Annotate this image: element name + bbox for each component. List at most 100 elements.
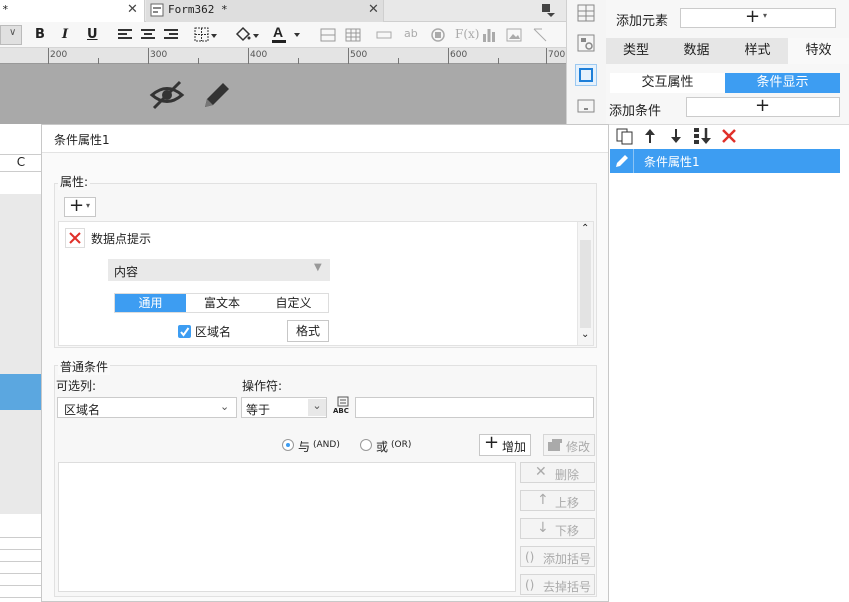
move-up-label: 上移 bbox=[555, 496, 580, 510]
condition-list-area[interactable] bbox=[58, 462, 516, 592]
add-condition-row-button[interactable]: + 增加 bbox=[479, 432, 531, 456]
slash-line-icon[interactable] bbox=[532, 27, 548, 43]
align-left-icon[interactable] bbox=[118, 29, 132, 41]
function-icon[interactable]: F(x) bbox=[455, 27, 479, 41]
condition-attribute-dialog: 条件属性1 属性: + ▾ 数据点提示 内容 ▼ 通用 富文本 自定义 区域名 … bbox=[41, 124, 609, 602]
bold-icon[interactable]: B bbox=[35, 27, 45, 42]
arrow-up-icon: ↑ bbox=[537, 492, 549, 508]
content-select-value: 内容 bbox=[114, 265, 139, 279]
font-size-dropdown[interactable]: ∨ bbox=[0, 25, 22, 45]
tab-style[interactable]: 样式 bbox=[727, 38, 788, 64]
table-icon[interactable] bbox=[345, 28, 361, 42]
dialog-title: 条件属性1 bbox=[54, 133, 110, 147]
mobile-preview-icon[interactable] bbox=[577, 99, 595, 113]
plus-icon: + bbox=[755, 95, 771, 116]
formula-type-icon[interactable]: ABC bbox=[332, 396, 354, 418]
tab-form362[interactable]: Form362 * ✕ bbox=[146, 0, 384, 22]
condition-value-input[interactable] bbox=[355, 397, 594, 418]
align-right-icon[interactable] bbox=[164, 29, 178, 41]
add-property-button[interactable]: + ▾ bbox=[64, 195, 96, 217]
and-radio[interactable] bbox=[282, 439, 294, 451]
add-button-label: 增加 bbox=[502, 440, 527, 454]
property-scrollbar[interactable]: ⌃ ⌄ bbox=[577, 222, 593, 345]
underline-icon[interactable]: U bbox=[87, 27, 98, 42]
chart-icon[interactable] bbox=[482, 27, 496, 43]
or-code: (OR) bbox=[391, 440, 412, 450]
arrow-down-icon[interactable] bbox=[669, 128, 683, 144]
condition-list-item[interactable]: 条件属性1 bbox=[610, 149, 840, 173]
copy-icon[interactable] bbox=[616, 128, 634, 145]
subtab-interaction[interactable]: 交互属性 bbox=[610, 73, 725, 93]
tab-type[interactable]: 类型 bbox=[606, 38, 666, 64]
font-color-icon[interactable]: A bbox=[270, 24, 304, 44]
region-name-checkbox[interactable] bbox=[178, 325, 191, 338]
modify-condition-button[interactable]: 修改 bbox=[543, 434, 595, 456]
layout-grid-icon[interactable] bbox=[577, 4, 595, 22]
style-tab-custom[interactable]: 自定义 bbox=[258, 294, 329, 312]
format-button[interactable]: 格式 bbox=[287, 320, 329, 342]
tab-title: * bbox=[2, 3, 9, 16]
move-down-label: 下移 bbox=[555, 524, 580, 538]
add-element-label: 添加元素 bbox=[616, 14, 669, 29]
or-label: 或 bbox=[376, 440, 389, 454]
remove-property-icon[interactable] bbox=[65, 228, 85, 248]
operator-label: 操作符: bbox=[242, 379, 283, 393]
dialog-header: 条件属性1 bbox=[42, 125, 608, 153]
region-name-label: 区域名 bbox=[195, 325, 232, 339]
move-down-button[interactable]: ↓ 下移 bbox=[520, 518, 595, 539]
add-bracket-button[interactable]: () 添加括号 bbox=[520, 546, 595, 567]
input-box-icon[interactable] bbox=[376, 31, 392, 39]
content-select[interactable]: 内容 ▼ bbox=[108, 259, 330, 281]
column-label: 可选列: bbox=[56, 379, 97, 393]
condition-list-panel bbox=[606, 124, 849, 602]
scrollbar-thumb[interactable] bbox=[580, 240, 591, 328]
delete-condition-button[interactable]: ✕ 删除 bbox=[520, 462, 595, 483]
formula-cell-icon[interactable] bbox=[430, 27, 446, 43]
image-icon[interactable] bbox=[506, 28, 522, 42]
arrow-up-icon[interactable] bbox=[643, 128, 657, 144]
add-condition-button[interactable]: + bbox=[686, 95, 840, 117]
plus-icon: + bbox=[484, 432, 500, 453]
close-icon[interactable]: ✕ bbox=[368, 2, 379, 17]
style-tab-group: 通用 富文本 自定义 bbox=[114, 293, 329, 313]
text-widget-icon[interactable]: ab bbox=[404, 27, 418, 40]
sheet-grid-rows bbox=[0, 526, 42, 602]
column-select-value: 区域名 bbox=[64, 403, 101, 417]
delete-button-label: 删除 bbox=[555, 468, 580, 482]
tab-form-1[interactable]: * ✕ bbox=[0, 0, 145, 22]
operator-select[interactable]: 等于 ⌄ bbox=[241, 397, 327, 418]
tab-data[interactable]: 数据 bbox=[666, 38, 727, 64]
widget-properties-icon[interactable] bbox=[575, 64, 597, 86]
form-settings-icon[interactable] bbox=[577, 34, 595, 52]
align-center-icon[interactable] bbox=[141, 29, 155, 41]
chevron-down-icon[interactable]: ⌄ bbox=[581, 329, 589, 340]
edit-pencil-icon[interactable] bbox=[201, 80, 233, 110]
chevron-down-icon: ▼ bbox=[314, 262, 322, 273]
style-tab-richtext[interactable]: 富文本 bbox=[186, 294, 258, 312]
properties-label: 属性: bbox=[58, 173, 91, 190]
italic-icon[interactable]: I bbox=[62, 27, 68, 42]
tab-effects[interactable]: 特效 bbox=[788, 38, 849, 64]
form-icon bbox=[150, 3, 164, 17]
edit-pencil-icon[interactable] bbox=[610, 149, 634, 173]
fill-color-icon[interactable] bbox=[234, 26, 260, 44]
eye-hidden-icon[interactable] bbox=[149, 80, 185, 110]
add-element-dropdown[interactable]: + ▾ bbox=[680, 6, 836, 28]
delete-icon[interactable] bbox=[721, 128, 737, 144]
plus-icon: + bbox=[745, 6, 761, 27]
sort-icon[interactable] bbox=[693, 127, 713, 145]
tab-menu-icon[interactable] bbox=[540, 2, 556, 18]
move-up-button[interactable]: ↑ 上移 bbox=[520, 490, 595, 511]
or-radio[interactable] bbox=[360, 439, 372, 451]
chevron-up-icon[interactable]: ⌃ bbox=[581, 223, 589, 234]
border-icon[interactable] bbox=[194, 27, 218, 43]
property-list: 数据点提示 内容 ▼ 通用 富文本 自定义 区域名 格式 ⌃ ⌄ bbox=[58, 221, 594, 346]
subtab-condition-display[interactable]: 条件显示 bbox=[725, 73, 840, 93]
remove-bracket-button[interactable]: () 去掉括号 bbox=[520, 574, 595, 595]
chevron-down-icon: ⌄ bbox=[308, 399, 326, 416]
formula-type-text: ABC bbox=[333, 407, 349, 415]
merge-cells-icon[interactable] bbox=[320, 28, 336, 42]
column-select[interactable]: 区域名 ⌄ bbox=[57, 397, 237, 418]
style-tab-general[interactable]: 通用 bbox=[115, 294, 186, 312]
close-icon[interactable]: ✕ bbox=[127, 2, 138, 17]
